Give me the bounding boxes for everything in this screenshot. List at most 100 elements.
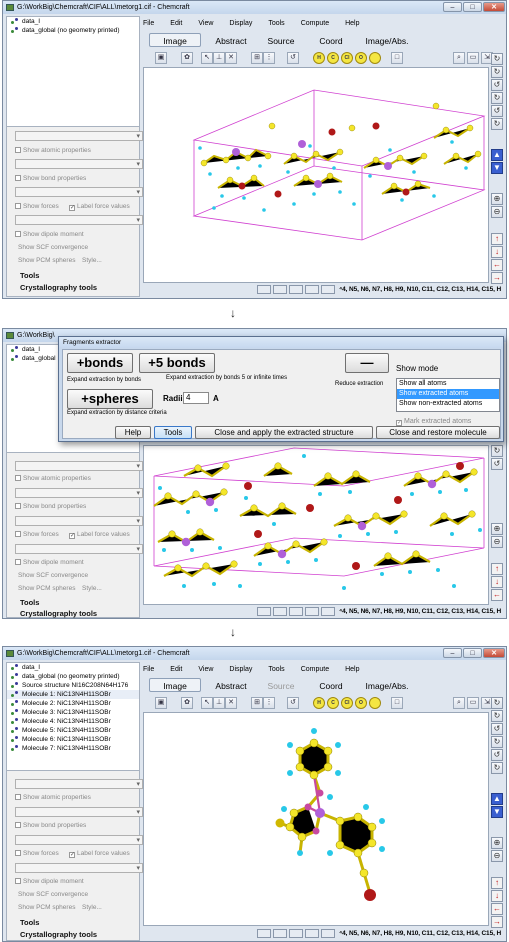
palette-icon[interactable]: ✿	[181, 52, 193, 64]
cl-atom-icon[interactable]: Cl	[341, 52, 353, 64]
rotate-icon[interactable]: ↻	[491, 710, 503, 722]
maximize-button[interactable]: □	[463, 2, 482, 12]
frame-icon[interactable]: ▭	[467, 52, 479, 64]
zoom-out-icon[interactable]: ⊖	[491, 536, 503, 548]
tree-item-molecule-3[interactable]: Molecule 3: NiC13N4H11SOBr	[7, 708, 139, 717]
rotate-icon[interactable]: ↻	[491, 445, 503, 457]
combo-box[interactable]	[15, 835, 143, 845]
zoom-icon[interactable]: ⌕	[453, 697, 465, 709]
menu-file[interactable]: File	[143, 20, 154, 27]
zoom-in-icon[interactable]: ⊕	[491, 523, 503, 535]
tab-image-abs[interactable]: Image/Abs.	[359, 33, 415, 47]
style-link[interactable]: Style...	[82, 904, 102, 911]
mode-show-non-extracted[interactable]: Show non-extracted atoms	[397, 399, 499, 409]
show-forces-checkbox[interactable]: Show forces	[15, 203, 59, 210]
menu-help[interactable]: Help	[345, 666, 359, 673]
zoom-out-icon[interactable]: ⊖	[491, 850, 503, 862]
arrow-left-icon[interactable]: ←	[491, 589, 503, 601]
close-apply-button[interactable]: Close and apply the extracted structure	[195, 426, 373, 439]
pointer-icon[interactable]: ⊥	[213, 52, 225, 64]
arrow-down-icon[interactable]: ↓	[491, 246, 503, 258]
menu-edit[interactable]: Edit	[170, 666, 182, 673]
grid-icon[interactable]: ⊞	[251, 697, 263, 709]
pointer-icon[interactable]: ⊥	[213, 697, 225, 709]
menu-display[interactable]: Display	[229, 20, 252, 27]
rotate-icon[interactable]: ↺	[491, 458, 503, 470]
mark-extracted-checkbox[interactable]: ✓ Mark extracted atoms	[396, 418, 471, 426]
tree-item-data-i[interactable]: data_I	[7, 663, 139, 672]
combo-box[interactable]	[15, 215, 143, 225]
combo-box[interactable]	[15, 159, 143, 169]
close-button[interactable]: ✕	[483, 648, 505, 658]
status-button[interactable]	[257, 607, 271, 616]
rotate-icon[interactable]: ↻	[491, 736, 503, 748]
show-dipole-checkbox[interactable]: Show dipole moment	[15, 559, 84, 566]
combo-box[interactable]	[15, 187, 143, 197]
tree-item-molecule-5[interactable]: Molecule 5: NiC13N4H11SOBr	[7, 726, 139, 735]
combo-box[interactable]	[15, 488, 143, 498]
arrow-right-icon[interactable]: →	[491, 272, 503, 284]
move-down-icon[interactable]: ▼	[491, 806, 503, 818]
x-atom-icon[interactable]	[369, 52, 381, 64]
show-dipole-checkbox[interactable]: Show dipole moment	[15, 231, 84, 238]
rotate-icon[interactable]: ↻	[491, 118, 503, 130]
camera-icon[interactable]: ▣	[155, 697, 167, 709]
structure-tree[interactable]: data_I data_global (no geometry printed)	[7, 17, 139, 127]
tree-item-molecule-1[interactable]: Molecule 1: NiC13N4H11SOBr	[7, 690, 139, 699]
status-button[interactable]	[289, 285, 303, 294]
style-link[interactable]: Style...	[82, 257, 102, 264]
crystallography-tools-label[interactable]: Crystallography tools	[20, 609, 97, 618]
tab-coord[interactable]: Coord	[311, 33, 351, 47]
show-atomic-properties-checkbox[interactable]: Show atomic properties	[15, 475, 91, 482]
minimize-button[interactable]: –	[443, 648, 462, 658]
rotate-icon[interactable]: ↺	[491, 749, 503, 761]
c-atom-icon[interactable]: C	[327, 697, 339, 709]
rotate-icon[interactable]: ↻	[491, 53, 503, 65]
status-button[interactable]	[289, 929, 303, 938]
style-link[interactable]: Style...	[82, 585, 102, 592]
menu-compute[interactable]: Compute	[301, 20, 329, 27]
arrow-left-icon[interactable]: ←	[491, 903, 503, 915]
zoom-in-icon[interactable]: ⊕	[491, 837, 503, 849]
tree-item-molecule-6[interactable]: Molecule 6: NiC13N4H11SOBr	[7, 735, 139, 744]
move-down-icon[interactable]: ▼	[491, 162, 503, 174]
rotate-icon[interactable]: ↺	[491, 105, 503, 117]
show-atomic-properties-checkbox[interactable]: Show atomic properties	[15, 794, 91, 801]
tree-item-molecule-2[interactable]: Molecule 2: NiC13N4H11SOBr	[7, 699, 139, 708]
cursor-icon[interactable]: ↖	[201, 52, 213, 64]
tree-item-data-global[interactable]: data_global (no geometry printed)	[7, 672, 139, 681]
menu-tools[interactable]: Tools	[268, 20, 284, 27]
close-restore-button[interactable]: Close and restore molecule	[376, 426, 500, 439]
menu-file[interactable]: File	[143, 666, 154, 673]
move-up-icon[interactable]: ▲	[491, 793, 503, 805]
show-scf-convergence[interactable]: Show SCF convergence	[18, 891, 88, 898]
tab-image-abs[interactable]: Image/Abs.	[359, 678, 415, 692]
tools-label[interactable]: Tools	[20, 918, 39, 927]
arrow-up-icon[interactable]: ↑	[491, 563, 503, 575]
tree-item-molecule-4[interactable]: Molecule 4: NiC13N4H11SOBr	[7, 717, 139, 726]
status-button[interactable]	[273, 285, 287, 294]
show-bond-properties-checkbox[interactable]: Show bond properties	[15, 503, 86, 510]
h-atom-icon[interactable]: H	[313, 697, 325, 709]
zoom-in-icon[interactable]: ⊕	[491, 193, 503, 205]
rotate-icon[interactable]: ↺	[491, 723, 503, 735]
status-button[interactable]	[257, 929, 271, 938]
zoom-out-icon[interactable]: ⊖	[491, 206, 503, 218]
tree-item-molecule-7[interactable]: Molecule 7: NiC13N4H11SOBr	[7, 744, 139, 753]
molecule-viewer[interactable]	[143, 445, 489, 605]
add-spheres-button[interactable]: +spheres	[67, 389, 153, 409]
show-bond-properties-checkbox[interactable]: Show bond properties	[15, 822, 86, 829]
show-pcm-spheres[interactable]: Show PCM spheres	[18, 585, 75, 592]
minimize-button[interactable]: –	[443, 2, 462, 12]
box-icon[interactable]: □	[391, 697, 403, 709]
status-button[interactable]	[273, 929, 287, 938]
tools-button[interactable]: Tools	[154, 426, 192, 439]
cursor-icon[interactable]: ↖	[201, 697, 213, 709]
box-icon[interactable]: □	[391, 52, 403, 64]
tab-image[interactable]: Image	[149, 33, 201, 47]
tree-item-data-global[interactable]: data_global (no geometry printed)	[7, 26, 139, 35]
x-atom-icon[interactable]	[369, 697, 381, 709]
fragment-icon[interactable]: ⋮	[263, 52, 275, 64]
crystallography-tools-label[interactable]: Crystallography tools	[20, 283, 97, 292]
combo-box[interactable]	[15, 863, 143, 873]
